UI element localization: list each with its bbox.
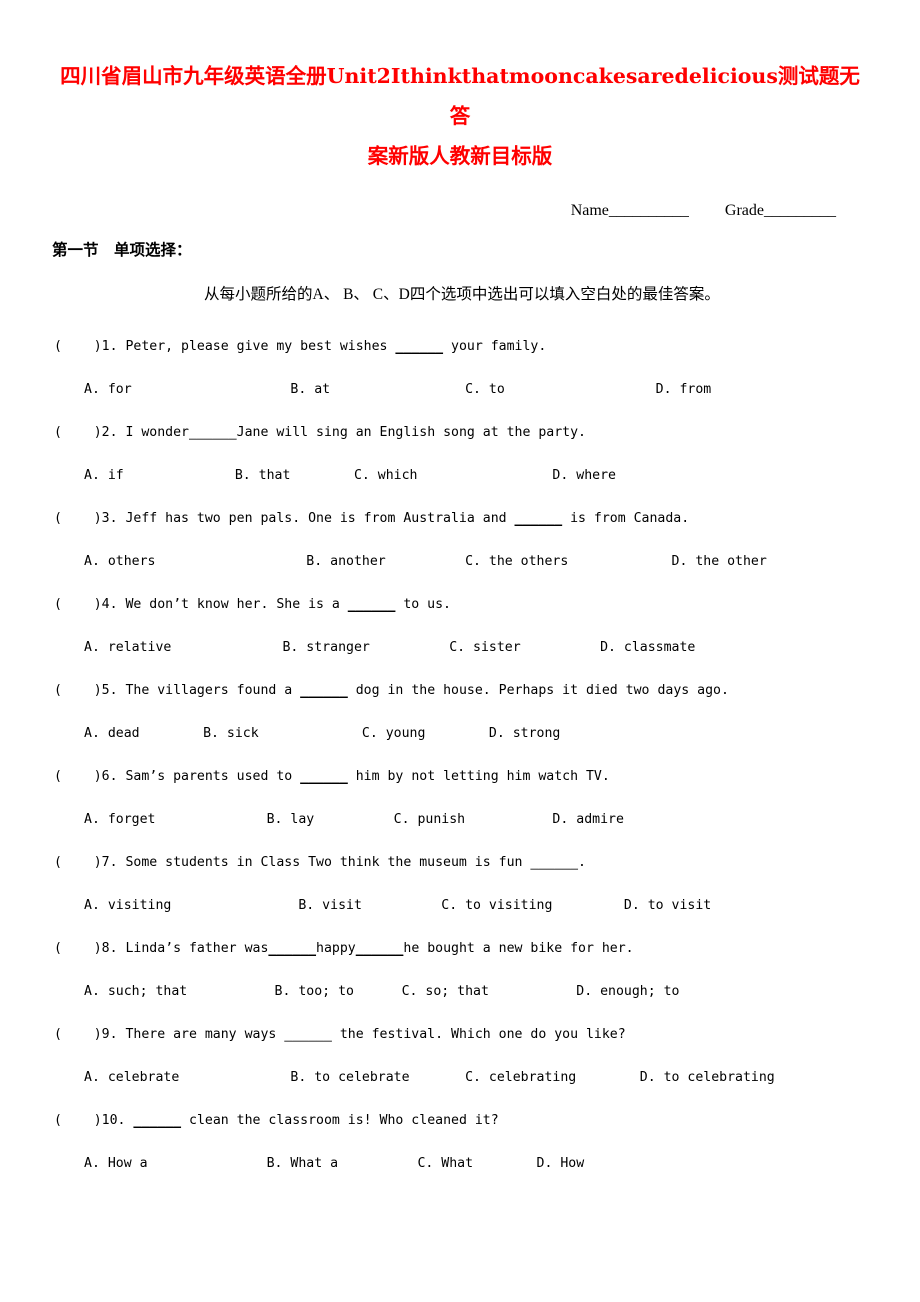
answer-bracket[interactable]: ( )5. — [54, 683, 118, 698]
question-options[interactable]: A. if B. that C. which D. where — [52, 454, 868, 497]
answer-bracket[interactable]: ( )2. — [54, 425, 118, 440]
answer-bracket[interactable]: ( )6. — [54, 769, 118, 784]
question-options[interactable]: A. visiting B. visit C. to visiting D. t… — [52, 884, 868, 927]
answer-blank[interactable]: ______ — [356, 941, 404, 956]
question-block: ( )1. Peter, please give my best wishes … — [52, 325, 868, 411]
question-text: to us. — [395, 597, 451, 612]
question-block: ( )10. ______ clean the classroom is! Wh… — [52, 1099, 868, 1185]
question-text: is from Canada. — [562, 511, 690, 526]
question-stem: ( )5. The villagers found a ______ dog i… — [52, 669, 868, 712]
question-text: clean the classroom is! Who cleaned it? — [181, 1113, 499, 1128]
question-options[interactable]: A. forget B. lay C. punish D. admire — [52, 798, 868, 841]
answer-blank[interactable]: ______ — [395, 339, 443, 354]
question-text: Jeff has two pen pals. One is from Austr… — [117, 511, 515, 526]
document-title: 四川省眉山市九年级英语全册Unit2Ithinkthatmooncakesare… — [52, 0, 868, 176]
question-block: ( )3. Jeff has two pen pals. One is from… — [52, 497, 868, 583]
question-block: ( )2. I wonder______Jane will sing an En… — [52, 411, 868, 497]
name-label: Name — [570, 202, 609, 219]
question-block: ( )6. Sam’s parents used to ______ him b… — [52, 755, 868, 841]
answer-bracket[interactable]: ( )4. — [54, 597, 118, 612]
answer-blank[interactable]: ______ — [268, 941, 316, 956]
question-block: ( )4. We don’t know her. She is a ______… — [52, 583, 868, 669]
section-instruction: 从每小题所给的A、 B、 C、D四个选项中选出可以填入空白处的最佳答案。 — [204, 286, 720, 303]
question-text: Sam’s parents used to — [117, 769, 301, 784]
question-options[interactable]: A. such; that B. too; to C. so; that D. … — [52, 970, 868, 1013]
question-stem: ( )9. There are many ways ______ the fes… — [52, 1013, 868, 1056]
answer-blank[interactable]: ______ — [284, 1027, 332, 1042]
question-options[interactable]: A. How a B. What a C. What D. How — [52, 1142, 868, 1185]
question-block: ( )5. The villagers found a ______ dog i… — [52, 669, 868, 755]
name-blank-field[interactable]: __________ — [609, 202, 689, 219]
question-list: ( )1. Peter, please give my best wishes … — [52, 325, 868, 1185]
question-text: he bought a new bike for her. — [403, 941, 634, 956]
question-stem: ( )2. I wonder______Jane will sing an En… — [52, 411, 868, 454]
question-text: There are many ways — [117, 1027, 285, 1042]
question-options[interactable]: A. celebrate B. to celebrate C. celebrat… — [52, 1056, 868, 1099]
question-text: him by not letting him watch TV. — [347, 769, 610, 784]
question-text: the festival. Which one do you like? — [331, 1027, 626, 1042]
question-text: Some students in Class Two think the mus… — [117, 855, 531, 870]
question-text: Jane will sing an English song at the pa… — [236, 425, 586, 440]
answer-blank[interactable]: ______ — [133, 1113, 181, 1128]
document-title-line-2: 案新版人教新目标版 — [367, 144, 553, 168]
answer-bracket[interactable]: ( )9. — [54, 1027, 118, 1042]
question-stem: ( )7. Some students in Class Two think t… — [52, 841, 868, 884]
question-options[interactable]: A. dead B. sick C. young D. strong — [52, 712, 868, 755]
question-block: ( )7. Some students in Class Two think t… — [52, 841, 868, 927]
answer-blank[interactable]: ______ — [515, 511, 563, 526]
answer-blank[interactable]: ______ — [348, 597, 396, 612]
question-text: dog in the house. Perhaps it died two da… — [347, 683, 729, 698]
question-stem: ( )6. Sam’s parents used to ______ him b… — [52, 755, 868, 798]
answer-bracket[interactable]: ( )8. — [54, 941, 118, 956]
document-title-line-1: 四川省眉山市九年级英语全册Unit2Ithinkthatmooncakesare… — [60, 64, 860, 128]
question-options[interactable]: A. relative B. stranger C. sister D. cla… — [52, 626, 868, 669]
answer-bracket[interactable]: ( )3. — [54, 511, 118, 526]
answer-bracket[interactable]: ( )10. — [54, 1113, 125, 1128]
question-stem: ( )1. Peter, please give my best wishes … — [52, 325, 868, 368]
question-block: ( )8. Linda’s father was______happy_____… — [52, 927, 868, 1013]
document-page: 四川省眉山市九年级英语全册Unit2Ithinkthatmooncakesare… — [0, 0, 920, 1302]
answer-blank[interactable]: ______ — [530, 855, 578, 870]
question-text: I wonder — [117, 425, 189, 440]
question-text: happy — [316, 941, 356, 956]
answer-blank[interactable]: ______ — [189, 425, 237, 440]
question-stem: ( )10. ______ clean the classroom is! Wh… — [52, 1099, 868, 1142]
name-grade-row: Name__________ Grade_________ — [52, 197, 868, 225]
question-block: ( )9. There are many ways ______ the fes… — [52, 1013, 868, 1099]
question-text: Peter, please give my best wishes — [117, 339, 396, 354]
question-options[interactable]: A. for B. at C. to D. from — [52, 368, 868, 411]
question-text: We don’t know her. She is a — [117, 597, 348, 612]
grade-blank-field[interactable]: _________ — [764, 202, 836, 219]
answer-blank[interactable]: ______ — [300, 769, 348, 784]
question-stem: ( )4. We don’t know her. She is a ______… — [52, 583, 868, 626]
answer-bracket[interactable]: ( )1. — [54, 339, 118, 354]
question-text: your family. — [443, 339, 547, 354]
answer-bracket[interactable]: ( )7. — [54, 855, 118, 870]
question-stem: ( )8. Linda’s father was______happy_____… — [52, 927, 868, 970]
answer-blank[interactable]: ______ — [300, 683, 348, 698]
question-options[interactable]: A. others B. another C. the others D. th… — [52, 540, 868, 583]
question-stem: ( )3. Jeff has two pen pals. One is from… — [52, 497, 868, 540]
section-heading: 第一节 单项选择： — [52, 241, 192, 259]
grade-label: Grade — [724, 202, 764, 219]
question-text: The villagers found a — [117, 683, 301, 698]
question-text: Linda’s father was — [117, 941, 269, 956]
question-text: . — [578, 855, 586, 870]
